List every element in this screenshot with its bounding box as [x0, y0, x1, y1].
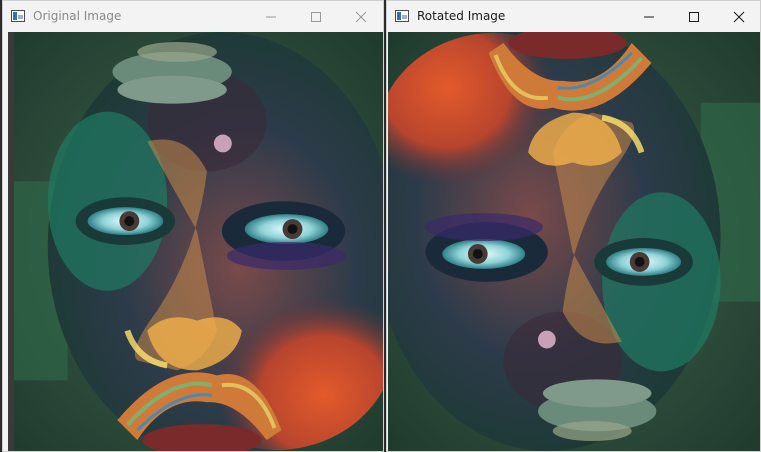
rotated-image: [388, 32, 760, 451]
minimize-button[interactable]: [248, 1, 294, 32]
minimize-button[interactable]: [626, 1, 672, 32]
app-window-icon: [11, 10, 25, 22]
original-image: [8, 32, 383, 451]
close-icon: [355, 11, 367, 22]
close-button[interactable]: [716, 1, 760, 32]
close-icon: [733, 11, 745, 22]
original-image-window: Original Image: [2, 0, 384, 452]
minimize-icon: [644, 16, 654, 17]
face-painting: [8, 32, 383, 451]
maximize-button[interactable]: [671, 1, 717, 32]
titlebar[interactable]: Original Image: [3, 1, 383, 32]
minimize-icon: [266, 16, 276, 17]
close-button[interactable]: [338, 1, 383, 32]
maximize-button[interactable]: [293, 1, 339, 32]
titlebar[interactable]: Rotated Image: [387, 1, 760, 32]
maximize-icon: [689, 11, 699, 22]
window-title: Rotated Image: [417, 9, 506, 23]
maximize-icon: [311, 11, 321, 22]
window-title: Original Image: [33, 9, 122, 23]
app-window-icon: [395, 10, 409, 22]
rotated-image-window: Rotated Image: [386, 0, 761, 452]
face-painting-rotated: [388, 32, 760, 451]
